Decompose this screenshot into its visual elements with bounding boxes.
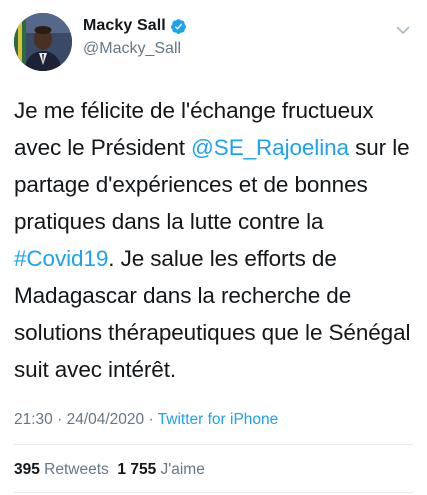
meta-separator: · — [52, 411, 67, 428]
retweets-label: Retweets — [39, 461, 109, 478]
chevron-down-icon[interactable] — [395, 22, 411, 38]
avatar-image — [14, 13, 72, 71]
tweet-time[interactable]: 21:30 — [14, 411, 53, 428]
mention-link[interactable]: @SE_Rajoelina — [191, 135, 349, 160]
likes-count: 1 755 — [117, 461, 157, 478]
hashtag-link[interactable]: #Covid19 — [14, 246, 108, 271]
divider — [14, 444, 413, 445]
retweets-count: 395 — [14, 461, 40, 478]
handle[interactable]: @Macky_Sall — [83, 40, 187, 58]
tweet-stats: 395 Retweets 1 755 J'aime — [14, 461, 205, 479]
display-name[interactable]: Macky Sall — [83, 17, 166, 35]
likes-label: J'aime — [156, 461, 205, 478]
divider — [14, 492, 413, 493]
tweet-date[interactable]: 24/04/2020 — [67, 411, 145, 428]
author-name-row: Macky Sall — [83, 15, 187, 37]
tweet-meta: 21:30 · 24/04/2020 · Twitter for iPhone — [14, 411, 278, 429]
meta-separator: · — [144, 411, 158, 428]
avatar[interactable] — [14, 13, 72, 71]
likes-stat[interactable]: 1 755 J'aime — [117, 461, 204, 478]
retweets-stat[interactable]: 395 Retweets — [14, 461, 109, 478]
tweet-text: Je me félicite de l'échange fructueux av… — [14, 92, 419, 388]
tweet-source-link[interactable]: Twitter for iPhone — [158, 411, 279, 428]
tweet: Macky Sall @Macky_Sall Je me félicite de… — [0, 0, 427, 495]
author-block[interactable]: Macky Sall @Macky_Sall — [83, 15, 187, 58]
verified-badge-icon — [170, 18, 187, 35]
